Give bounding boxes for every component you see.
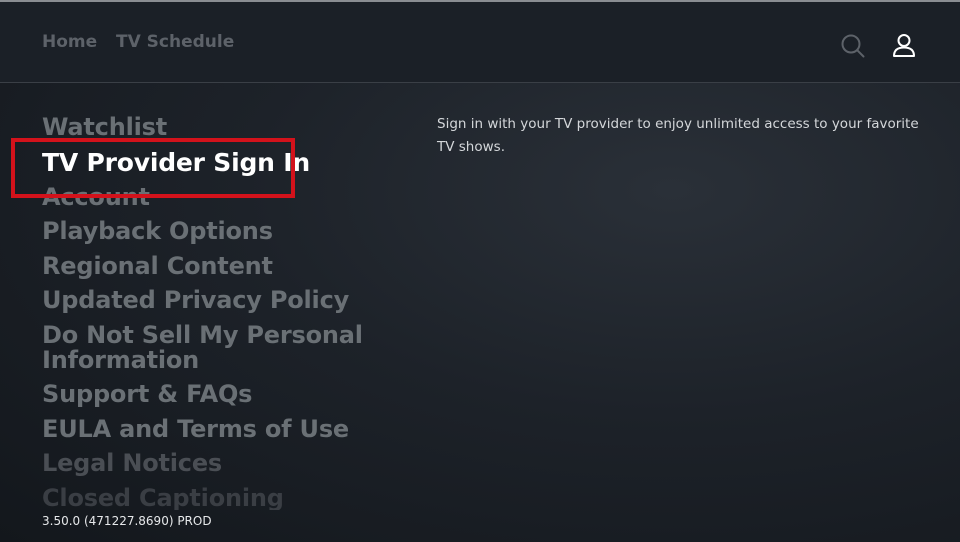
app-version-label: 3.50.0 (471227.8690) PROD <box>42 514 212 528</box>
menu-item-do-not-sell[interactable]: Do Not Sell My Personal Information <box>42 322 402 373</box>
sign-in-description: Sign in with your TV provider to enjoy u… <box>437 116 919 155</box>
menu-item-updated-privacy-policy[interactable]: Updated Privacy Policy <box>42 288 402 313</box>
menu-item-legal-notices[interactable]: Legal Notices <box>42 451 402 476</box>
settings-menu: Watchlist TV Provider Sign In Account Pl… <box>42 115 402 510</box>
settings-screen: Home TV Schedule Watchlist TV Provider S… <box>0 0 960 542</box>
menu-item-support-faqs[interactable]: Support & FAQs <box>42 382 402 407</box>
menu-item-eula-terms[interactable]: EULA and Terms of Use <box>42 416 402 442</box>
menu-item-tv-provider-sign-in[interactable]: TV Provider Sign In <box>42 150 402 175</box>
menu-item-account[interactable]: Account <box>42 184 402 210</box>
menu-item-watchlist[interactable]: Watchlist <box>42 115 402 140</box>
menu-item-regional-content[interactable]: Regional Content <box>42 253 402 279</box>
nav-tv-schedule-link[interactable]: TV Schedule <box>116 32 234 52</box>
menu-item-closed-captioning[interactable]: Closed Captioning <box>42 485 402 510</box>
profile-icon[interactable] <box>890 32 918 60</box>
top-nav-bar: Home TV Schedule <box>0 2 960 83</box>
nav-home-link[interactable]: Home <box>42 32 97 52</box>
search-icon[interactable] <box>839 32 867 60</box>
menu-item-playback-options[interactable]: Playback Options <box>42 219 402 244</box>
